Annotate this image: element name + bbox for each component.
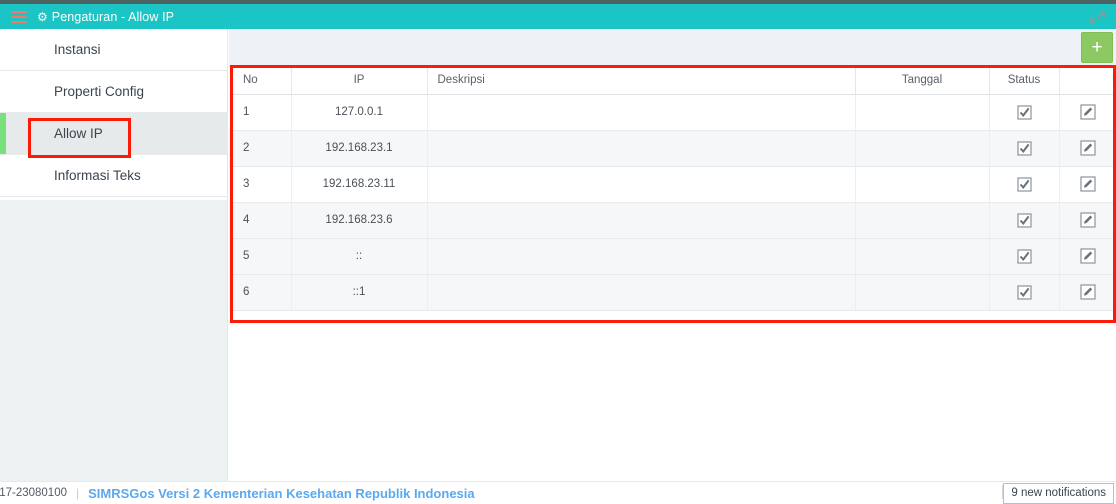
cell-status[interactable]: [989, 130, 1060, 167]
sidebar-item-label: Properti Config: [54, 84, 145, 99]
checkbox-checked-icon[interactable]: [1016, 176, 1032, 192]
cell-tanggal: [855, 202, 990, 239]
edit-pencil-icon[interactable]: [1080, 176, 1096, 192]
table-row[interactable]: 3 192.168.23.11: [229, 166, 1116, 203]
cell-action[interactable]: [1059, 166, 1116, 203]
cell-action[interactable]: [1059, 94, 1116, 131]
table-toolbar: +: [229, 29, 1116, 67]
edit-pencil-icon[interactable]: [1080, 284, 1096, 300]
cell-no: 6: [229, 274, 292, 311]
footer-bar: .17-23080100 | SIMRSGos Versi 2 Kementer…: [0, 481, 1116, 504]
add-button[interactable]: +: [1081, 32, 1113, 63]
cell-status[interactable]: [989, 274, 1060, 311]
edit-pencil-icon[interactable]: [1080, 140, 1096, 156]
edit-pencil-icon[interactable]: [1080, 248, 1096, 264]
main-content: + No IP Deskripsi Tanggal Status 1 127.0…: [229, 29, 1116, 481]
cell-deskripsi: [427, 166, 856, 203]
sidebar-item-allow-ip[interactable]: Allow IP: [0, 113, 227, 155]
notifications-button[interactable]: 9 new notifications: [1003, 483, 1114, 504]
cell-ip: 127.0.0.1: [291, 94, 428, 131]
checkbox-checked-icon[interactable]: [1016, 140, 1032, 156]
cell-tanggal: [855, 238, 990, 275]
checkbox-checked-icon[interactable]: [1016, 212, 1032, 228]
column-header-deskripsi[interactable]: Deskripsi: [427, 67, 856, 95]
table-row[interactable]: 4 192.168.23.6: [229, 202, 1116, 239]
gear-icon: ⚙: [37, 9, 48, 24]
cell-no: 5: [229, 238, 292, 275]
cell-deskripsi: [427, 94, 856, 131]
cell-tanggal: [855, 94, 990, 131]
cell-tanggal: [855, 166, 990, 203]
cell-no: 3: [229, 166, 292, 203]
column-header-tanggal[interactable]: Tanggal: [855, 67, 990, 95]
cell-status[interactable]: [989, 202, 1060, 239]
window-titlebar: ⚙ Pengaturan - Allow IP: [0, 4, 1116, 29]
cell-deskripsi: [427, 202, 856, 239]
cell-no: 2: [229, 130, 292, 167]
sidebar-item-label: Instansi: [54, 42, 101, 57]
cell-ip: 192.168.23.6: [291, 202, 428, 239]
cell-status[interactable]: [989, 94, 1060, 131]
edit-pencil-icon[interactable]: [1080, 212, 1096, 228]
cell-status[interactable]: [989, 238, 1060, 275]
checkbox-checked-icon[interactable]: [1016, 104, 1032, 120]
checkbox-checked-icon[interactable]: [1016, 248, 1032, 264]
cell-deskripsi: [427, 238, 856, 275]
ip-table: No IP Deskripsi Tanggal Status 1 127.0.0…: [229, 67, 1116, 311]
footer-brand: SIMRSGos Versi 2 Kementerian Kesehatan R…: [88, 485, 475, 501]
table-row[interactable]: 1 127.0.0.1: [229, 94, 1116, 131]
sidebar-item-instansi[interactable]: Instansi: [0, 29, 227, 71]
table-row[interactable]: 2 192.168.23.1: [229, 130, 1116, 167]
table-row[interactable]: 6 ::1: [229, 274, 1116, 311]
table-row[interactable]: 5 ::: [229, 238, 1116, 275]
checkbox-checked-icon[interactable]: [1016, 284, 1032, 300]
sidebar: Instansi Properti Config Allow IP Inform…: [0, 29, 228, 200]
table-header-row: No IP Deskripsi Tanggal Status: [229, 67, 1116, 95]
cell-no: 4: [229, 202, 292, 239]
cell-ip: 192.168.23.1: [291, 130, 428, 167]
cell-tanggal: [855, 130, 990, 167]
footer-version: .17-23080100: [0, 487, 67, 499]
cell-action[interactable]: [1059, 238, 1116, 275]
expand-arrows-icon[interactable]: [1086, 7, 1108, 27]
column-header-ip[interactable]: IP: [291, 67, 428, 95]
sidebar-item-informasi-teks[interactable]: Informasi Teks: [0, 155, 227, 197]
column-header-no[interactable]: No: [229, 67, 292, 95]
hamburger-icon[interactable]: [11, 10, 27, 23]
cell-action[interactable]: [1059, 202, 1116, 239]
column-header-actions: [1059, 67, 1116, 95]
table-body: 1 127.0.0.1 2 192.168.23.1 3 192.168.23.…: [229, 94, 1116, 311]
cell-status[interactable]: [989, 166, 1060, 203]
sidebar-empty-area: [0, 200, 228, 481]
sidebar-item-label: Allow IP: [54, 126, 103, 141]
column-header-status[interactable]: Status: [989, 67, 1060, 95]
ip-table-wrapper: No IP Deskripsi Tanggal Status 1 127.0.0…: [229, 67, 1116, 311]
cell-action[interactable]: [1059, 130, 1116, 167]
cell-tanggal: [855, 274, 990, 311]
footer-separator: |: [75, 486, 80, 500]
sidebar-item-properti-config[interactable]: Properti Config: [0, 71, 227, 113]
window-title: Pengaturan - Allow IP: [51, 9, 175, 24]
cell-deskripsi: [427, 130, 856, 167]
cell-ip: ::: [291, 238, 428, 275]
cell-deskripsi: [427, 274, 856, 311]
cell-ip: ::1: [291, 274, 428, 311]
cell-ip: 192.168.23.11: [291, 166, 428, 203]
edit-pencil-icon[interactable]: [1080, 104, 1096, 120]
cell-no: 1: [229, 94, 292, 131]
cell-action[interactable]: [1059, 274, 1116, 311]
sidebar-item-label: Informasi Teks: [54, 168, 141, 183]
